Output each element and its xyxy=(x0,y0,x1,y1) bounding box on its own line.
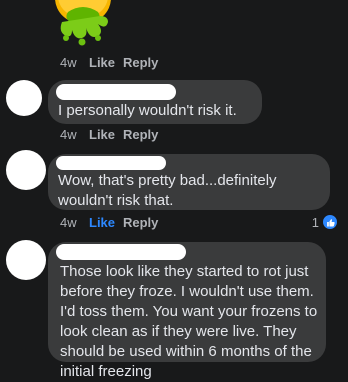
thumbs-up-icon xyxy=(322,214,338,230)
like-button[interactable]: Like xyxy=(89,215,123,230)
comment-timestamp: 4w xyxy=(60,55,77,70)
reply-button[interactable]: Reply xyxy=(123,127,158,142)
comment-text: Wow, that's pretty bad...definitely woul… xyxy=(58,172,277,209)
avatar[interactable] xyxy=(6,150,46,190)
comment-actions: 4w Like Reply xyxy=(60,55,158,70)
author-name-redacted[interactable] xyxy=(56,244,186,260)
comment-actions: 4w Like Reply xyxy=(60,215,158,230)
avatar[interactable] xyxy=(6,240,46,280)
comment-bubble: I personally wouldn't risk it. xyxy=(48,80,262,124)
reply-button[interactable]: Reply xyxy=(123,55,158,70)
comment-bubble: Wow, that's pretty bad...definitely woul… xyxy=(48,154,330,210)
comment-text: Those look like they started to rot just… xyxy=(60,263,318,380)
comment-timestamp: 4w xyxy=(60,127,77,142)
comment-text: I personally wouldn't risk it. xyxy=(58,102,237,119)
avatar[interactable] xyxy=(6,80,42,116)
like-button[interactable]: Like xyxy=(89,127,123,142)
reaction-summary[interactable]: 1 xyxy=(312,214,338,230)
reply-button[interactable]: Reply xyxy=(123,215,158,230)
like-button[interactable]: Like xyxy=(89,55,123,70)
reaction-count: 1 xyxy=(311,214,319,230)
comment-timestamp: 4w xyxy=(60,215,77,230)
author-name-redacted[interactable] xyxy=(56,156,166,170)
author-name-redacted[interactable] xyxy=(56,84,176,100)
vomiting-face-icon xyxy=(55,0,111,46)
comment-bubble: Those look like they started to rot just… xyxy=(48,242,326,380)
comment-actions: 4w Like Reply xyxy=(60,127,158,142)
